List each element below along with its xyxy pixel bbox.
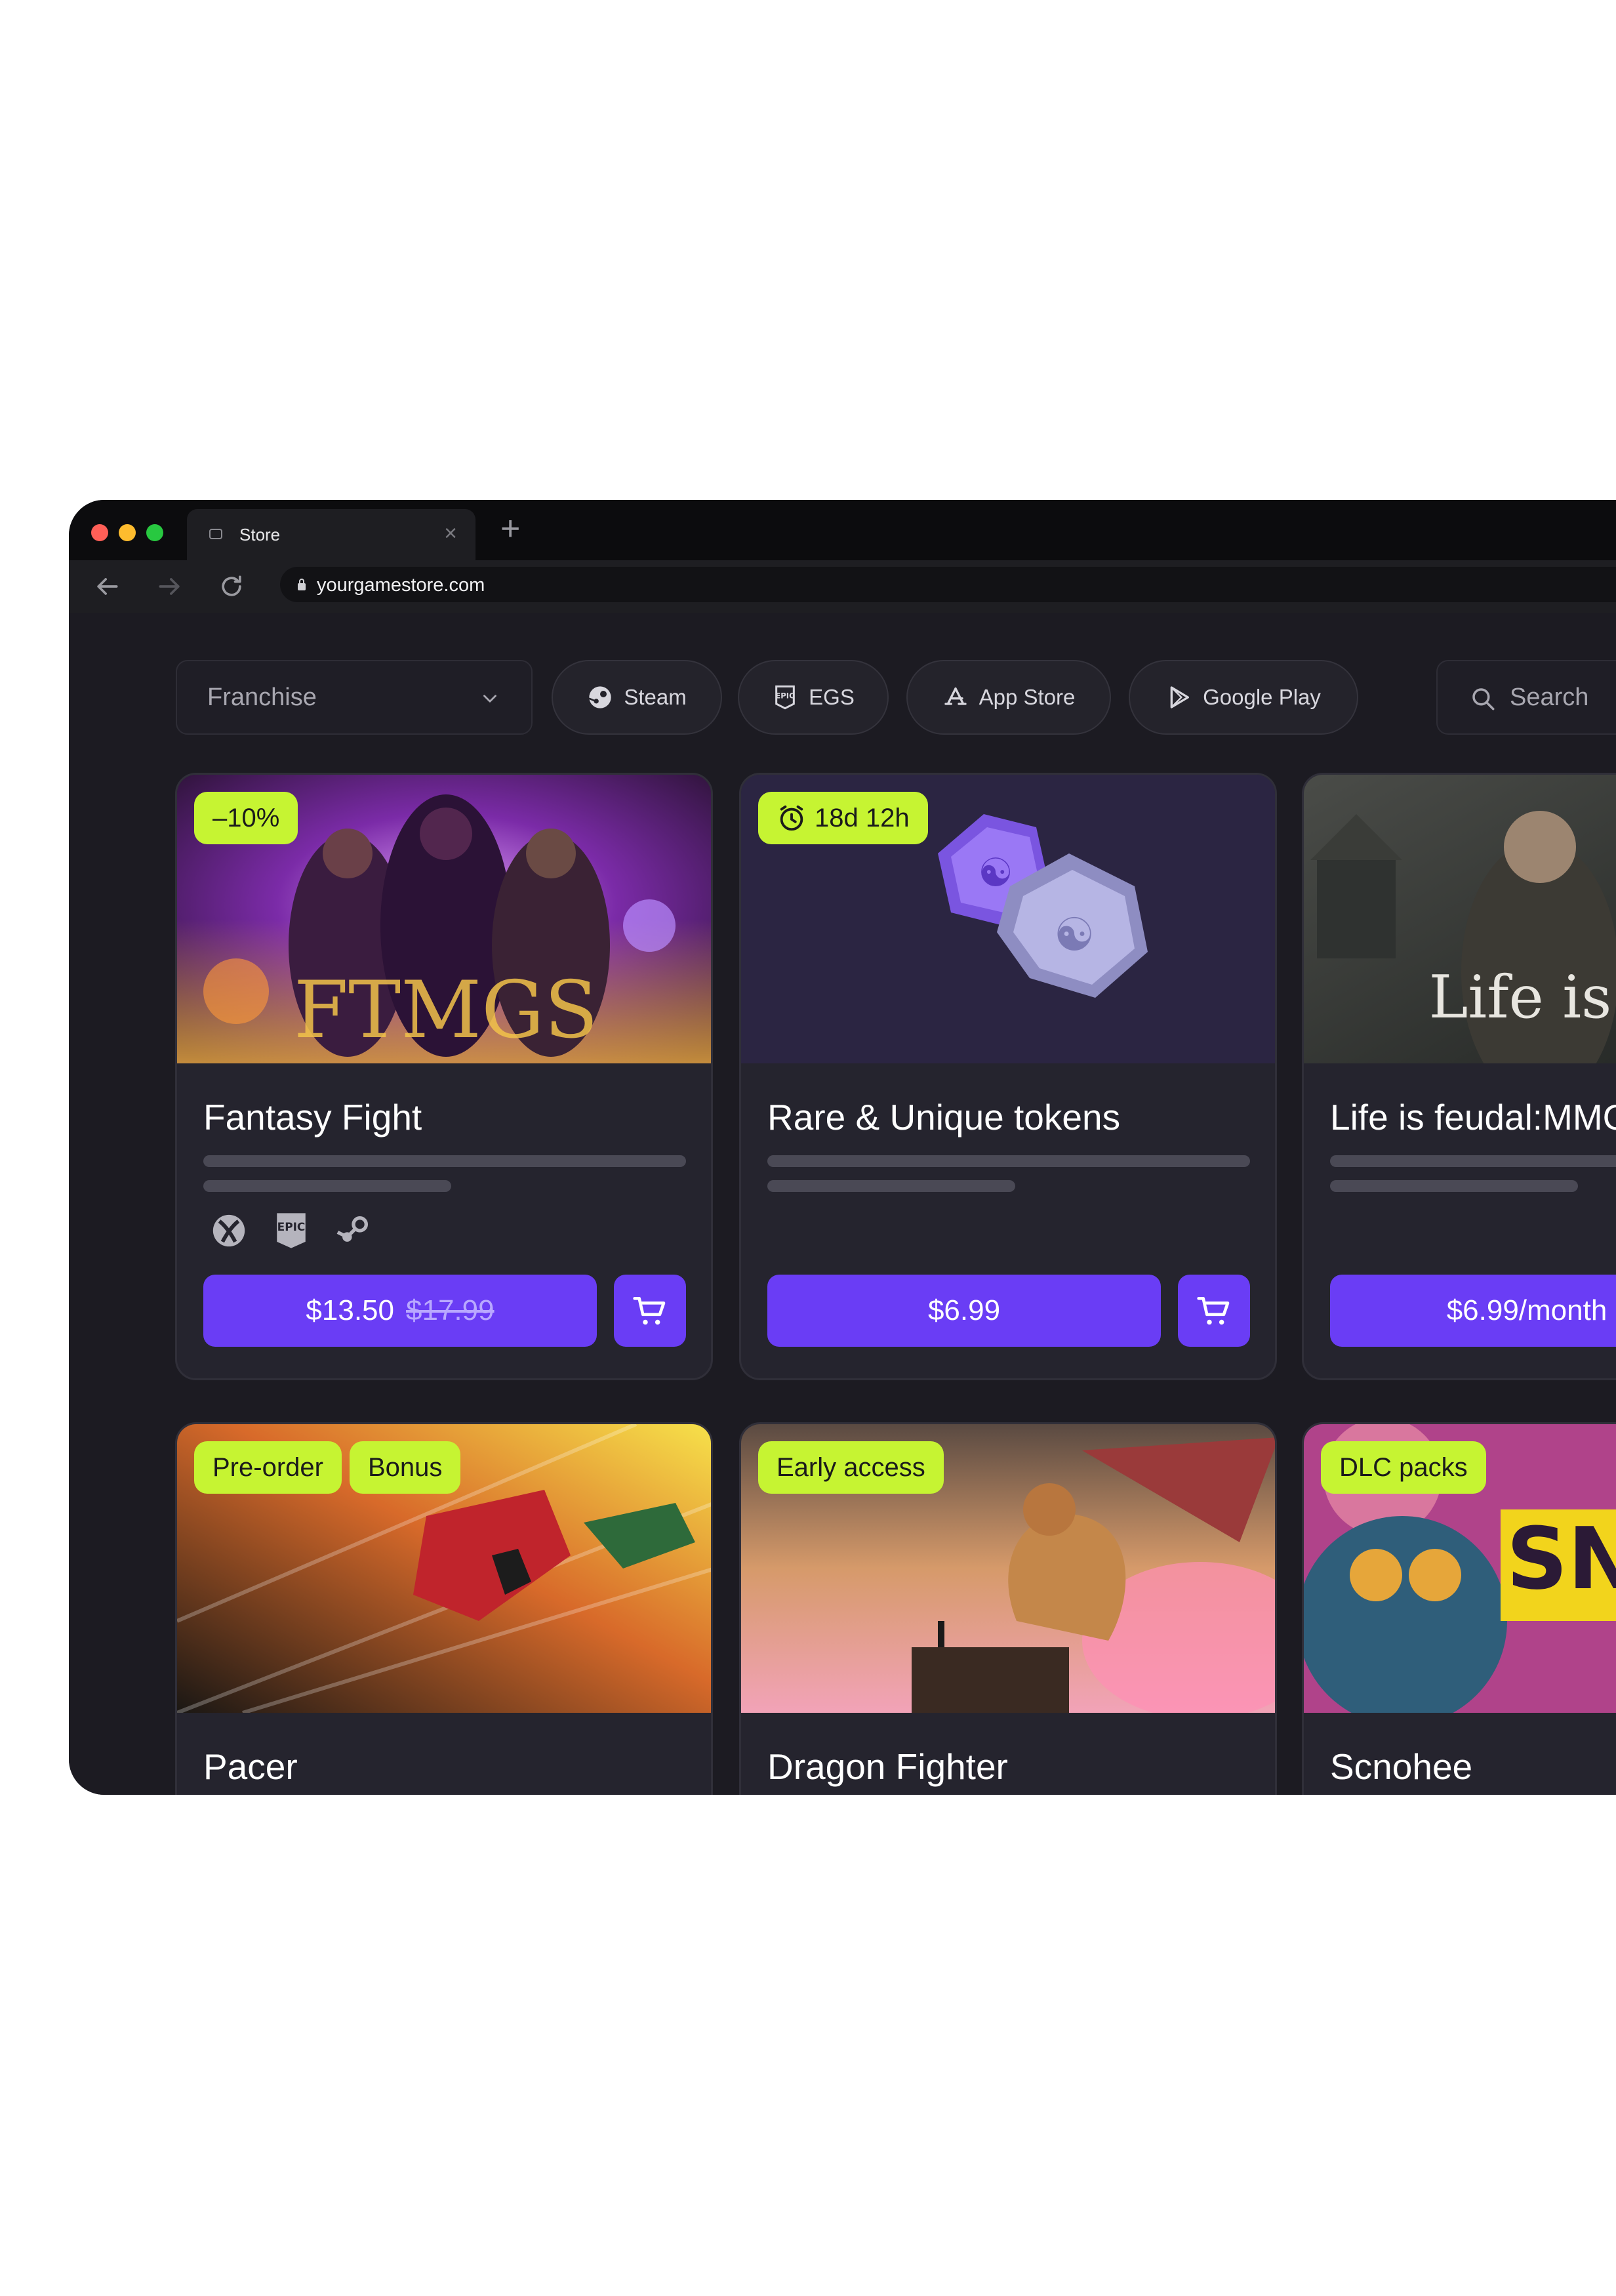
countdown-text: 18d 12h	[815, 804, 910, 832]
price: $13.50	[306, 1294, 394, 1326]
alarm-clock-icon	[780, 805, 803, 831]
epic-games-icon: EPIC	[775, 685, 795, 710]
svg-text:FTMGS: FTMGS	[294, 965, 598, 1056]
cart-icon	[633, 1297, 666, 1325]
product-card-dragon-fighter[interactable]: Early access Dragon Fighter	[739, 1422, 1277, 1795]
dlc-packs-badge: DLC packs	[1321, 1441, 1486, 1494]
card-title: Scnohee	[1330, 1746, 1473, 1787]
description-placeholder-line	[1330, 1155, 1616, 1167]
description-placeholder-line	[767, 1180, 1015, 1192]
lock-icon	[298, 579, 306, 590]
filter-app-store-label: App Store	[979, 685, 1076, 709]
filter-app-store[interactable]: App Store	[906, 660, 1111, 735]
forward-arrow-icon[interactable]	[155, 572, 184, 601]
card-title: Dragon Fighter	[767, 1746, 1008, 1787]
steam-icon	[336, 1216, 368, 1242]
filter-google-play-label: Google Play	[1203, 685, 1321, 709]
product-card-rare-unique-tokens[interactable]: ☯ ☯ 18d 12h Rare & Unique tokens $6.99	[739, 773, 1277, 1380]
filter-steam-label: Steam	[624, 685, 687, 709]
card-title: Fantasy Fight	[203, 1097, 422, 1138]
add-to-cart-button[interactable]	[1178, 1275, 1250, 1347]
filter-steam[interactable]: Steam	[552, 660, 722, 735]
buy-button[interactable]: $13.50 $17.99	[203, 1275, 597, 1347]
card-badges: Pre-order Bonus	[194, 1441, 461, 1494]
card-badges: 18d 12h	[758, 792, 928, 844]
close-window-button[interactable]	[91, 524, 108, 541]
steam-icon	[589, 686, 611, 708]
new-tab-button[interactable]: +	[500, 512, 520, 546]
reload-icon[interactable]	[217, 572, 246, 601]
filter-google-play[interactable]: Google Play	[1129, 660, 1358, 735]
card-badges: DLC packs	[1321, 1441, 1486, 1494]
svg-text:EPIC: EPIC	[277, 1220, 306, 1233]
description-placeholder-line	[767, 1155, 1250, 1167]
filter-egs[interactable]: EPIC EGS	[738, 660, 889, 735]
svg-text:SN: SN	[1506, 1509, 1616, 1609]
maximize-window-button[interactable]	[146, 524, 163, 541]
card-badges: Early access	[758, 1441, 944, 1494]
bonus-badge: Bonus	[349, 1441, 461, 1494]
price: $6.99/month	[1446, 1294, 1607, 1326]
price: $6.99	[927, 1294, 1001, 1326]
card-badges: –10%	[194, 792, 298, 844]
search-input[interactable]: Search	[1436, 660, 1616, 735]
old-price: $17.99	[406, 1294, 495, 1326]
add-to-cart-button[interactable]	[614, 1275, 686, 1347]
address-bar[interactable]: yourgamestore.com	[280, 567, 1616, 602]
card-title: Rare & Unique tokens	[767, 1097, 1121, 1138]
xbox-icon	[212, 1214, 245, 1247]
browser-window: Store × + yourgamestore.com Franchise St…	[69, 500, 1616, 1795]
minimize-window-button[interactable]	[119, 524, 136, 541]
product-card-scnohee[interactable]: SN DLC packs Scnohee	[1302, 1422, 1616, 1795]
svg-text:☯: ☯	[1054, 908, 1095, 962]
franchise-label: Franchise	[207, 684, 317, 711]
product-card-pacer[interactable]: Pre-order Bonus Pacer	[175, 1422, 713, 1795]
early-access-badge: Early access	[758, 1441, 944, 1494]
description-placeholder-line	[1330, 1180, 1578, 1192]
card-title: Pacer	[203, 1746, 298, 1787]
tab-close-icon[interactable]: ×	[444, 522, 457, 544]
store-page: Franchise Steam EPIC EGS App Store Googl…	[69, 613, 1616, 1795]
svg-text:EPIC: EPIC	[775, 691, 794, 701]
svg-text:Life is: Life is	[1429, 963, 1612, 1032]
description-placeholder-line	[203, 1180, 451, 1192]
title-bar: Store × +	[69, 500, 1616, 560]
epic-games-icon: EPIC	[277, 1213, 306, 1248]
tab-title: Store	[239, 525, 281, 544]
app-store-icon	[944, 687, 967, 705]
navigation-bar: yourgamestore.com	[69, 560, 1616, 613]
countdown-badge: 18d 12h	[758, 792, 928, 844]
cart-icon	[1197, 1297, 1230, 1325]
description-placeholder-line	[203, 1155, 686, 1167]
franchise-dropdown[interactable]: Franchise	[176, 660, 533, 735]
life-is-feudal-cover-image: Life is	[1304, 775, 1616, 1063]
product-card-fantasy-fight[interactable]: FTMGS –10% Fantasy Fight EPIC $13.50 $17…	[175, 773, 713, 1380]
svg-text:☯: ☯	[978, 850, 1013, 896]
back-arrow-icon[interactable]	[92, 572, 121, 601]
product-card-life-is-feudal[interactable]: Life is Life is feudal:MMO $6.99/month	[1302, 773, 1616, 1380]
search-icon	[1472, 688, 1495, 710]
chevron-down-icon	[483, 695, 496, 703]
gamepad-icon	[209, 529, 222, 539]
url-text: yourgamestore.com	[317, 575, 485, 596]
google-play-icon	[1170, 686, 1190, 708]
browser-tab[interactable]: Store ×	[187, 509, 475, 560]
card-title: Life is feudal:MMO	[1330, 1097, 1616, 1138]
pre-order-badge: Pre-order	[194, 1441, 342, 1494]
discount-badge: –10%	[194, 792, 298, 844]
buy-button[interactable]: $6.99	[767, 1275, 1161, 1347]
filter-egs-label: EGS	[809, 685, 855, 709]
buy-button[interactable]: $6.99/month	[1330, 1275, 1616, 1347]
search-placeholder: Search	[1510, 684, 1589, 711]
